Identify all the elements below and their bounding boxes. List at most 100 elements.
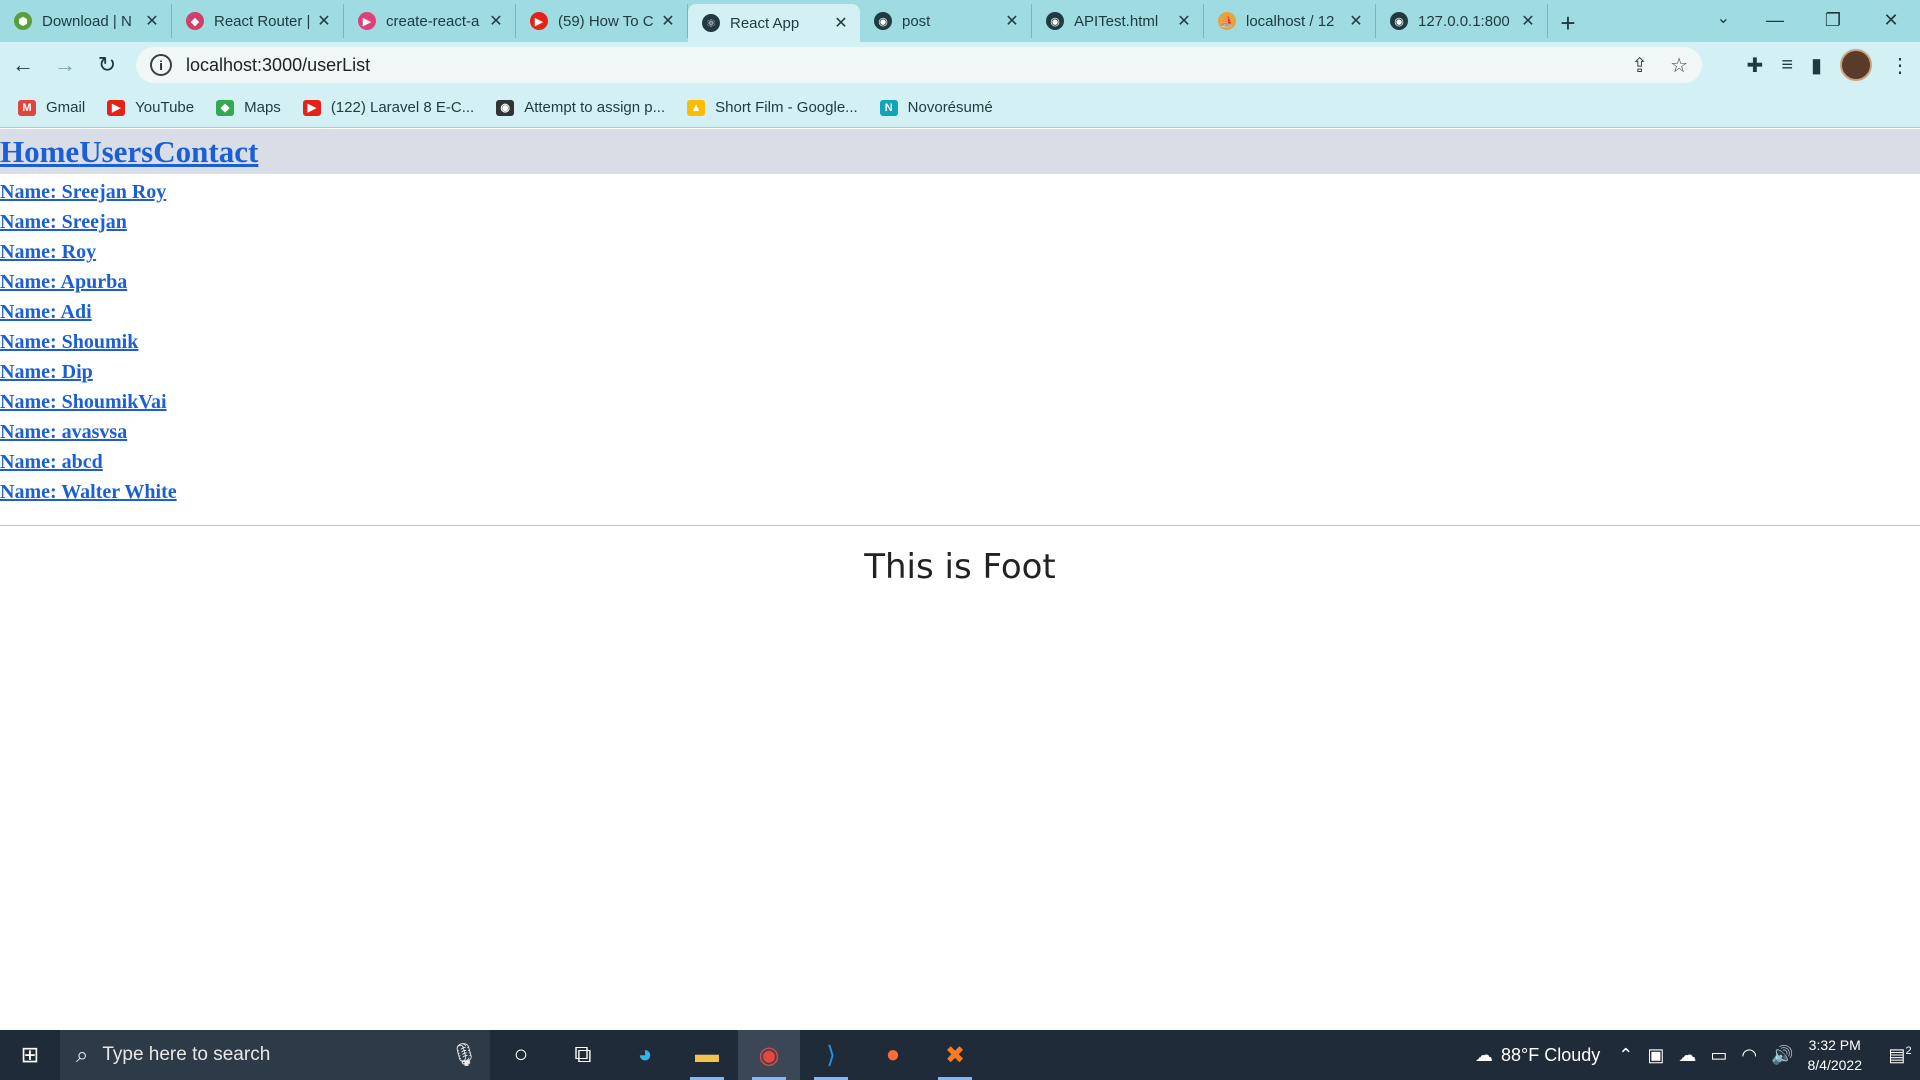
- user-list-item-link[interactable]: Name: Sreejan Roy: [0, 177, 1920, 207]
- tab-search-icon[interactable]: ⌄: [1717, 8, 1730, 28]
- bookmark-item[interactable]: M Gmail: [18, 99, 85, 116]
- page-content: Home Users Contact Name: Sreejan Roy Name: …: [0, 129, 1920, 1030]
- user-list-item-link[interactable]: Name: Sreejan: [0, 207, 1920, 237]
- notification-center-icon[interactable]: ▤2: [1880, 1045, 1920, 1066]
- menu-kebab-icon[interactable]: ⋮: [1890, 53, 1910, 78]
- tab-title: APITest.html: [1074, 12, 1159, 30]
- battery-icon[interactable]: ▭: [1710, 1045, 1727, 1066]
- xampp-icon[interactable]: ✖: [924, 1030, 986, 1080]
- chevron-up-icon[interactable]: ⌃: [1618, 1045, 1633, 1066]
- wifi-icon[interactable]: ◠: [1741, 1045, 1757, 1066]
- side-panel-icon[interactable]: ▮: [1811, 53, 1822, 78]
- window-controls: — ❐ ✕: [1746, 0, 1920, 40]
- tab-close-icon[interactable]: ✕: [659, 11, 677, 31]
- user-list-item-link[interactable]: Name: Adi: [0, 297, 1920, 327]
- chrome-icon[interactable]: ◉: [738, 1030, 800, 1080]
- bookmark-label: (122) Laravel 8 E-C...: [330, 99, 475, 116]
- browser-tab[interactable]: ◉ 127.0.0.1:800 ✕: [1376, 4, 1548, 38]
- extensions-icon[interactable]: ✚: [1747, 53, 1764, 78]
- bookmark-item[interactable]: ◉ Attempt to assign p...: [496, 99, 665, 116]
- bookmark-icon: ◆: [216, 99, 235, 116]
- tab-close-icon[interactable]: ✕: [1003, 11, 1021, 31]
- nav-link-home[interactable]: Home: [0, 134, 79, 170]
- new-tab-button[interactable]: +: [1548, 4, 1588, 42]
- bookmark-item[interactable]: ▶ (122) Laravel 8 E-C...: [302, 99, 475, 116]
- bookmark-label: YouTube: [135, 99, 195, 116]
- postman-icon[interactable]: ●: [862, 1030, 924, 1080]
- tab-favicon-icon: ⬢: [14, 12, 32, 30]
- task-view-icon[interactable]: ⧉: [552, 1030, 614, 1080]
- bookmark-label: Attempt to assign p...: [524, 99, 666, 116]
- onedrive-icon[interactable]: ☁: [1678, 1045, 1696, 1066]
- clock[interactable]: 3:32 PM 8/4/2022: [1808, 1035, 1863, 1075]
- profile-avatar[interactable]: [1840, 49, 1872, 81]
- tab-close-icon[interactable]: ✕: [315, 11, 333, 31]
- meet-now-icon[interactable]: ▣: [1647, 1045, 1664, 1066]
- nav-link-contact[interactable]: Contact: [153, 134, 258, 170]
- edge-icon[interactable]: ◕: [614, 1030, 676, 1080]
- bookmark-item[interactable]: ▶ YouTube: [107, 99, 194, 116]
- vscode-icon[interactable]: ⟩: [800, 1030, 862, 1080]
- weather-widget[interactable]: ☁ 88°F Cloudy: [1475, 1045, 1600, 1066]
- bookmark-star-icon[interactable]: ☆: [1670, 53, 1688, 78]
- tab-title: React Router |: [214, 12, 311, 30]
- user-list-item-link[interactable]: Name: Apurba: [0, 267, 1920, 297]
- bookmark-item[interactable]: ◆ Maps: [216, 99, 281, 116]
- tab-favicon-icon: ◆: [186, 12, 204, 30]
- restore-icon[interactable]: ❐: [1804, 0, 1862, 40]
- media-control-icon[interactable]: ≡: [1781, 54, 1793, 77]
- tab-favicon-icon: ▶: [530, 12, 548, 30]
- user-list-item-link[interactable]: Name: avasvsa: [0, 417, 1920, 447]
- tab-close-icon[interactable]: ✕: [1519, 11, 1537, 31]
- bookmark-icon: M: [18, 99, 36, 116]
- browser-tab[interactable]: ▶ create-react-a ✕: [344, 4, 516, 38]
- forward-icon[interactable]: →: [46, 46, 84, 84]
- user-list-item-link[interactable]: Name: Shoumik: [0, 327, 1920, 357]
- browser-tab[interactable]: ⛵ localhost / 12 ✕: [1204, 4, 1376, 38]
- user-list-item-link[interactable]: Name: ShoumikVai: [0, 387, 1920, 417]
- nav-link-users[interactable]: Users: [79, 134, 153, 170]
- taskbar-search-box[interactable]: ⌕ Type here to search 🎙: [60, 1030, 490, 1080]
- search-icon: ⌕: [76, 1042, 89, 1067]
- file-explorer-icon[interactable]: ▬: [676, 1030, 738, 1080]
- tab-title: create-react-a: [386, 12, 480, 30]
- address-bar[interactable]: i localhost:3000/userList ⇪ ☆: [136, 47, 1702, 83]
- search-highlight-icon: 🎙: [450, 1042, 478, 1067]
- minimize-icon[interactable]: —: [1746, 0, 1804, 40]
- share-icon[interactable]: ⇪: [1631, 53, 1648, 78]
- cortana-icon[interactable]: ○: [490, 1030, 552, 1080]
- volume-icon[interactable]: 🔊: [1771, 1045, 1793, 1066]
- close-window-icon[interactable]: ✕: [1862, 0, 1920, 40]
- browser-tab[interactable]: ◉ post ✕: [860, 4, 1032, 38]
- url-text[interactable]: localhost:3000/userList: [186, 55, 370, 76]
- weather-text: 88°F Cloudy: [1500, 1044, 1601, 1065]
- tab-close-icon[interactable]: ✕: [1175, 11, 1193, 31]
- tab-title: localhost / 12: [1246, 12, 1335, 30]
- tab-title: post: [902, 12, 931, 30]
- bookmark-item[interactable]: N Novorésumé: [879, 99, 993, 116]
- user-list-item-link[interactable]: Name: Dip: [0, 357, 1920, 387]
- tab-close-icon[interactable]: ✕: [487, 11, 505, 31]
- browser-tab-strip: ⬢ Download | N ✕ ◆ React Router | ✕ ▶ create-re…: [0, 0, 1920, 42]
- user-list-item-link[interactable]: Name: abcd: [0, 447, 1920, 477]
- browser-tab[interactable]: ◉ APITest.html ✕: [1032, 4, 1204, 38]
- bookmark-item[interactable]: ▲ Short Film - Google...: [687, 99, 858, 116]
- tab-close-icon[interactable]: ✕: [832, 13, 850, 33]
- user-list-item-link[interactable]: Name: Roy: [0, 237, 1920, 267]
- bookmarks-bar: M Gmail ▶ YouTube ◆ Maps ▶ (122) Laravel 8 E-C.…: [0, 88, 1920, 128]
- tab-close-icon[interactable]: ✕: [1347, 11, 1365, 31]
- tab-close-icon[interactable]: ✕: [143, 11, 161, 31]
- bookmark-label: Gmail: [46, 99, 86, 116]
- user-list-item-link[interactable]: Name: Walter White: [0, 477, 1920, 507]
- footer-text: This is Foot: [864, 547, 1056, 587]
- site-info-icon[interactable]: i: [150, 54, 172, 76]
- browser-tab[interactable]: ◆ React Router | ✕: [172, 4, 344, 38]
- back-icon[interactable]: ←: [4, 46, 42, 84]
- browser-tab[interactable]: ⬢ Download | N ✕: [0, 4, 172, 38]
- windows-start-icon[interactable]: ⊞: [0, 1030, 60, 1080]
- tab-favicon-icon: ▶: [358, 12, 376, 30]
- browser-tab[interactable]: ▶ (59) How To C ✕: [516, 4, 688, 38]
- top-nav: Home Users Contact: [0, 129, 1920, 174]
- browser-tab[interactable]: ⚛ React App ✕: [688, 4, 860, 42]
- reload-icon[interactable]: ↻: [88, 46, 126, 84]
